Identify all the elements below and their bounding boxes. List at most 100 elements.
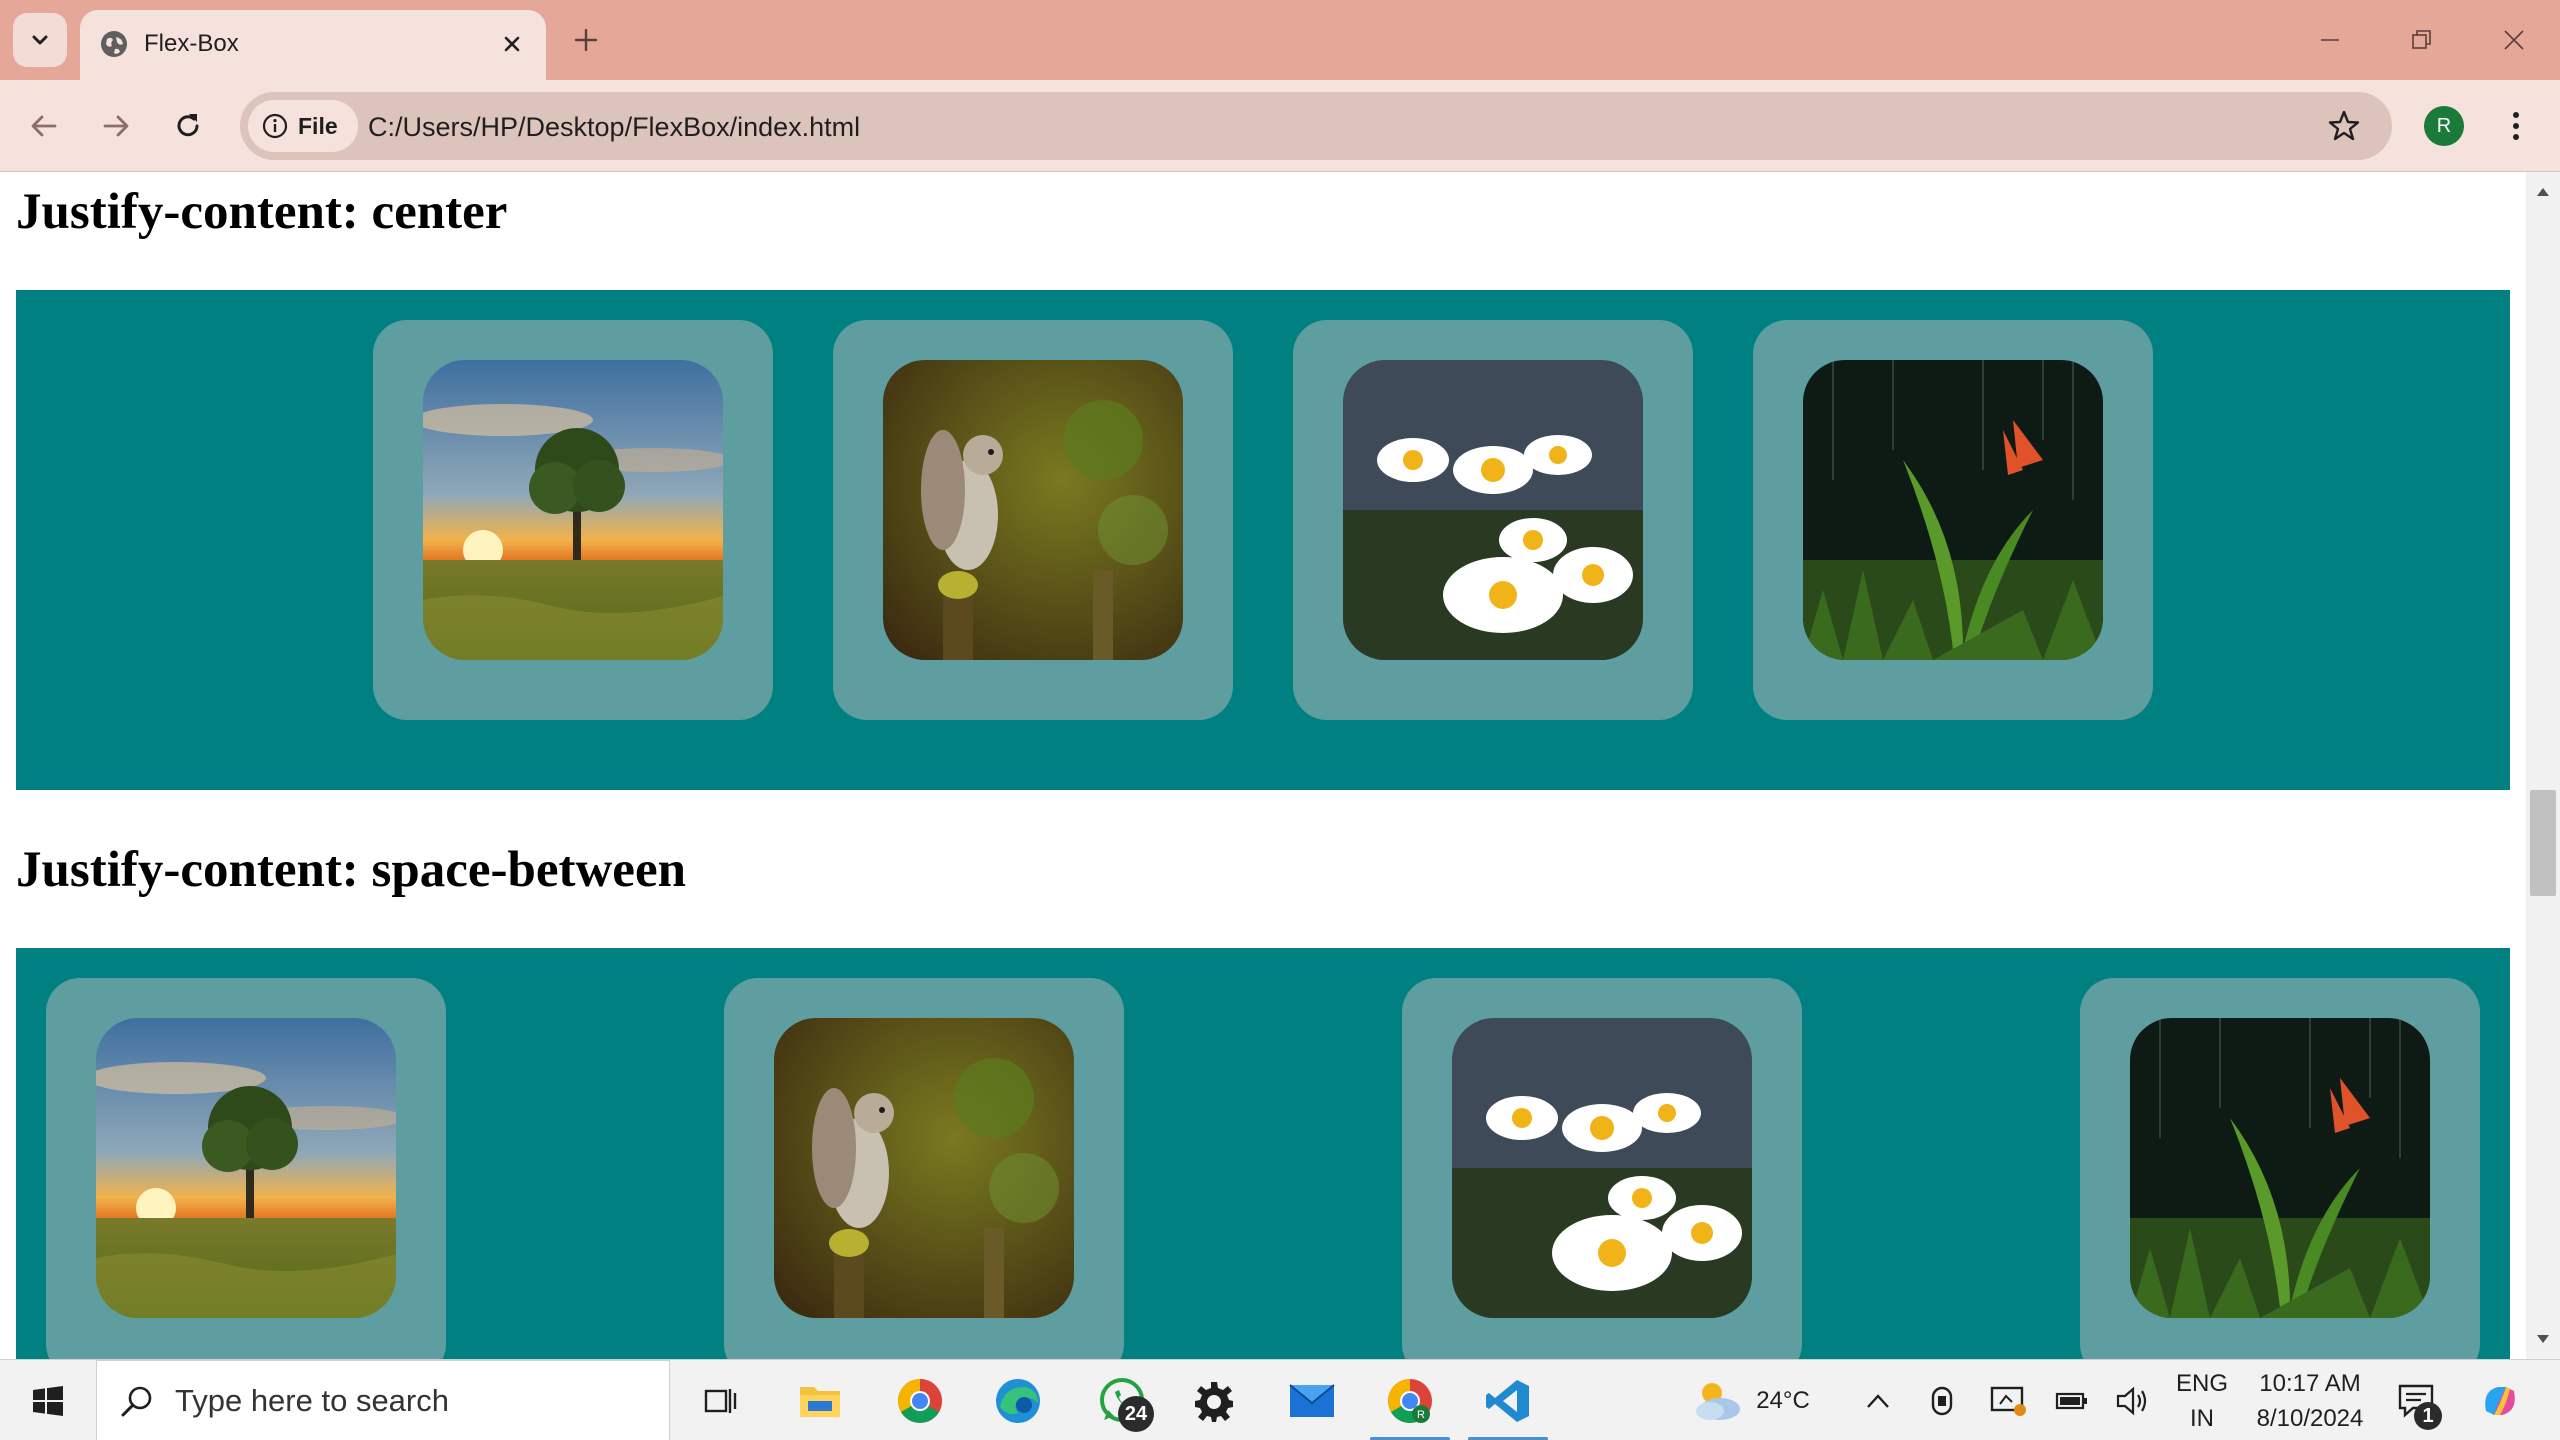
mail-button[interactable] <box>1272 1360 1352 1440</box>
file-explorer-icon <box>800 1386 840 1417</box>
profile-avatar[interactable]: R <box>2424 106 2464 146</box>
file-explorer-button[interactable] <box>780 1360 860 1440</box>
restore-button[interactable] <box>2392 10 2452 70</box>
image-card <box>373 320 773 720</box>
sunset-tree-photo <box>96 1018 396 1318</box>
image-card <box>833 320 1233 720</box>
section-heading-space-between: Justify-content: space-between <box>16 842 686 898</box>
active-tab[interactable]: Flex-Box <box>80 10 546 80</box>
daisies-photo <box>1452 1018 1752 1318</box>
chrome-icon <box>898 1378 942 1423</box>
vscode-button[interactable] <box>1468 1360 1548 1440</box>
clock-button[interactable]: 10:17 AM 8/10/2024 <box>2244 1360 2376 1440</box>
reload-icon <box>177 114 199 137</box>
meet-now-button[interactable] <box>1920 1360 1964 1440</box>
triangle-up-icon <box>2537 188 2549 196</box>
site-info-label: File <box>298 112 338 139</box>
chrome-button[interactable] <box>880 1360 960 1440</box>
triangle-down-icon <box>2537 1335 2549 1343</box>
page-viewport: Justify-content: center Justify-content:… <box>0 172 2526 1359</box>
svg-text:R: R <box>1417 1409 1425 1421</box>
search-icon <box>121 1386 152 1417</box>
weather-temperature: 24°C <box>1756 1387 1810 1414</box>
browser-menu-button[interactable] <box>2496 102 2536 150</box>
browser-tab-strip: Flex-Box <box>0 0 2560 80</box>
browser-toolbar: File C:/Users/HP/Desktop/FlexBox/index.h… <box>0 80 2560 172</box>
info-icon <box>262 113 288 139</box>
volume-button[interactable] <box>2112 1360 2156 1440</box>
security-tray-button[interactable] <box>1984 1360 2034 1440</box>
scroll-down-arrow[interactable] <box>2526 1327 2560 1351</box>
copilot-icon <box>2485 1386 2515 1415</box>
image-card <box>1402 978 1802 1359</box>
input-language-button[interactable]: ENG IN <box>2170 1360 2234 1440</box>
image-card <box>1753 320 2153 720</box>
meet-now-icon <box>1931 1386 1953 1415</box>
reload-button[interactable] <box>164 102 212 150</box>
windows-start-icon <box>33 1385 63 1416</box>
edge-button[interactable] <box>978 1360 1058 1440</box>
whatsapp-button[interactable]: 24 <box>1078 1360 1168 1440</box>
whatsapp-unread-badge: 24 <box>1118 1396 1154 1432</box>
chevron-down-icon <box>32 35 48 45</box>
back-icon <box>31 115 57 137</box>
bookmark-button[interactable] <box>2324 106 2364 146</box>
image-card <box>1293 320 1693 720</box>
page-scrollbar[interactable] <box>2526 172 2560 1359</box>
clock-date: 8/10/2024 <box>2256 1404 2364 1432</box>
chrome-profile-button[interactable]: R <box>1370 1360 1450 1440</box>
flex-container-space-between <box>16 948 2510 1359</box>
close-tab-button[interactable] <box>492 24 532 64</box>
address-bar[interactable]: File C:/Users/HP/Desktop/FlexBox/index.h… <box>240 92 2392 160</box>
image-card <box>724 978 1124 1359</box>
forward-button[interactable] <box>92 102 140 150</box>
globe-icon <box>101 31 127 57</box>
task-view-icon <box>704 1388 737 1413</box>
rain-plant-photo <box>1803 360 2103 660</box>
scrollbar-thumb[interactable] <box>2526 790 2560 896</box>
task-view-button[interactable] <box>688 1360 752 1440</box>
scroll-up-arrow[interactable] <box>2526 180 2560 204</box>
language-code: ENG <box>2175 1369 2228 1397</box>
squirrel-photo <box>883 360 1183 660</box>
minimize-button[interactable] <box>2300 10 2360 70</box>
close-icon <box>2504 30 2524 50</box>
chrome-icon: R <box>1388 1378 1432 1423</box>
weather-widget[interactable]: 24°C <box>1676 1360 1826 1440</box>
search-placeholder: Type here to search <box>175 1382 449 1418</box>
plus-icon <box>574 28 598 52</box>
flex-container-center <box>16 290 2510 790</box>
start-button[interactable] <box>0 1360 96 1440</box>
copilot-button[interactable] <box>2470 1360 2530 1440</box>
notification-center-button[interactable]: 1 <box>2390 1360 2442 1440</box>
volume-icon <box>2116 1386 2147 1415</box>
url-text[interactable]: C:/Users/HP/Desktop/FlexBox/index.html <box>368 112 860 143</box>
battery-button[interactable] <box>2050 1360 2094 1440</box>
clock-time: 10:17 AM <box>2259 1369 2361 1397</box>
settings-gear-icon <box>1195 1381 1233 1422</box>
close-window-button[interactable] <box>2484 10 2544 70</box>
windows-taskbar: Type here to search 24 R 24°C ENG IN 10:… <box>0 1359 2560 1440</box>
battery-icon <box>2055 1392 2087 1409</box>
edge-icon <box>996 1378 1040 1423</box>
tab-title: Flex-Box <box>144 30 239 57</box>
new-tab-button[interactable] <box>564 18 608 62</box>
site-info-chip[interactable]: File <box>248 100 358 152</box>
sunset-tree-photo <box>423 360 723 660</box>
settings-button[interactable] <box>1174 1360 1254 1440</box>
rain-plant-photo <box>2130 1018 2430 1318</box>
kebab-menu-icon <box>2513 112 2519 140</box>
section-heading-center: Justify-content: center <box>16 184 508 240</box>
show-hidden-icons-button[interactable] <box>1856 1360 1900 1440</box>
close-icon <box>504 36 520 52</box>
mail-icon <box>1289 1383 1335 1417</box>
image-card <box>2080 978 2480 1359</box>
squirrel-photo <box>774 1018 1074 1318</box>
taskbar-search-box[interactable]: Type here to search <box>96 1360 670 1440</box>
tab-search-button[interactable] <box>13 13 67 67</box>
vscode-icon <box>1486 1379 1529 1422</box>
weather-icon <box>1696 1382 1741 1420</box>
display-alert-icon <box>1990 1386 2026 1416</box>
back-button[interactable] <box>20 102 68 150</box>
tray-chevron-up-icon <box>1867 1393 1889 1408</box>
